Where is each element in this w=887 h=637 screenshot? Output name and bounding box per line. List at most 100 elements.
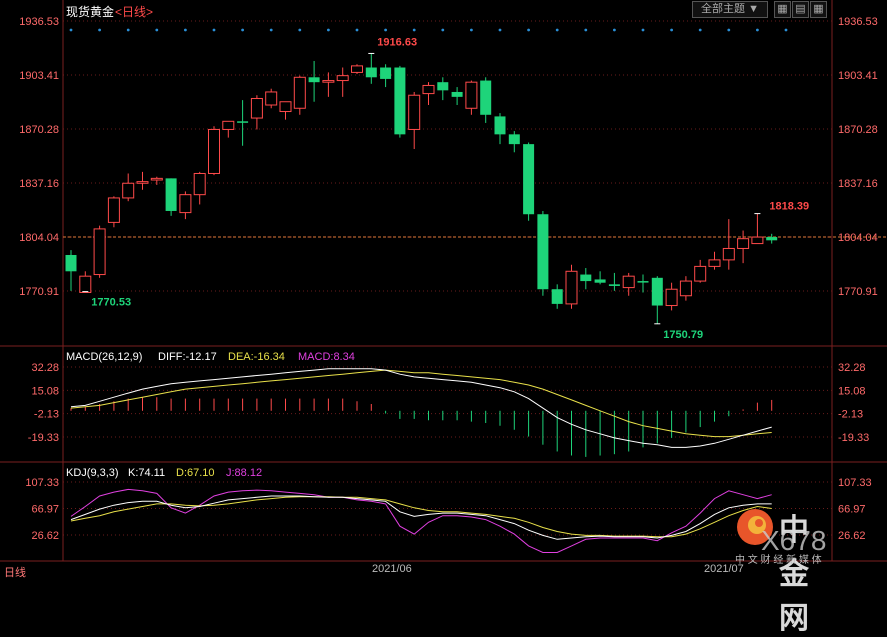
chart-canvas: 1936.53 1936.53 1903.41 1903.41 1870.28 1870.… (0, 0, 887, 562)
candle (480, 80, 492, 115)
candle (136, 181, 149, 184)
candle (336, 75, 349, 82)
marker-dot (327, 28, 330, 32)
marker-dot (241, 28, 245, 32)
y-tick-label-left: 1770.91 (19, 286, 59, 298)
candle (408, 94, 421, 130)
candle (365, 67, 377, 78)
candle (293, 76, 306, 109)
dea-line (70, 369, 772, 438)
candle (508, 134, 520, 145)
marker-dot (756, 28, 759, 32)
kdj-title: KDJ(9,3,3) (66, 467, 119, 479)
marker-dot (784, 28, 788, 32)
y-tick-label-left: 1936.53 (19, 16, 59, 28)
y-tick-label-left: 1837.16 (19, 178, 59, 190)
marker-dot (155, 28, 159, 32)
candle (665, 288, 678, 307)
candle (351, 65, 363, 73)
candle (679, 280, 692, 297)
candle (93, 228, 106, 276)
candle (651, 277, 663, 306)
candle (451, 91, 463, 97)
candle (523, 144, 535, 215)
candle (708, 259, 721, 267)
candle (394, 67, 406, 135)
chart-icon[interactable]: ▤ (792, 1, 809, 18)
y-tick-label-right: 1870.28 (838, 124, 878, 136)
period-label[interactable]: <日线> (115, 3, 153, 20)
candle (551, 289, 563, 304)
candle (565, 270, 578, 305)
theme-dropdown[interactable]: 全部主题 ▼ (692, 1, 768, 18)
candle (122, 182, 135, 199)
candle (165, 178, 177, 211)
marker-dot (584, 28, 588, 32)
logo-text: X678 (761, 525, 827, 556)
marker-dot (470, 28, 473, 32)
candle (465, 81, 478, 109)
candle (250, 97, 263, 119)
candle (751, 236, 764, 245)
macd-value-readout: MACD:8.34 (298, 351, 355, 363)
y-tick-label-right: 1936.53 (838, 16, 878, 28)
chevron-down-icon: ▼ (748, 3, 759, 15)
y-tick-label-left: 32.28 (31, 362, 59, 374)
candle (622, 275, 635, 289)
price-annotation: 1750.79 (663, 329, 703, 341)
grid-icon[interactable]: ▦ (810, 1, 827, 18)
candle (380, 67, 392, 79)
marker-dot (613, 28, 616, 32)
candle (279, 101, 292, 113)
k-line (70, 495, 772, 540)
candle (65, 254, 77, 272)
candle (694, 265, 707, 282)
macd-dif-readout: DIFF:-12.17 (158, 351, 217, 363)
y-tick-label-left: 26.62 (31, 530, 59, 542)
macd-dea-readout: DEA:-16.34 (228, 351, 285, 363)
j-line (70, 488, 772, 553)
price-annotation: 1916.63 (377, 36, 417, 48)
marker-dot (184, 28, 187, 32)
marker-dot (212, 28, 216, 32)
y-tick-label-right: 32.28 (838, 362, 866, 374)
candle (766, 237, 778, 241)
y-tick-label-right: 15.08 (838, 385, 866, 397)
candle (537, 214, 549, 290)
y-tick-label-right: 107.33 (838, 477, 872, 489)
candle (637, 281, 649, 283)
watermark: 中金网 中 文 财 经 新 媒 体 X678 (735, 507, 826, 635)
kdj-j-readout: J:88.12 (226, 467, 262, 479)
theme-label: 全部主题 (701, 3, 746, 15)
dif-line (70, 368, 772, 448)
candle (193, 172, 206, 196)
y-tick-label-right: 66.97 (838, 504, 866, 516)
y-tick-label-right: 26.62 (838, 530, 866, 542)
kdj-k-readout: K:74.11 (128, 467, 165, 479)
instrument-title: 现货黄金 (66, 5, 115, 19)
y-tick-label-left: 1804.04 (19, 232, 59, 244)
marker-dot (441, 28, 445, 32)
y-tick-label-right: 1837.16 (838, 178, 878, 190)
y-tick-label-right: 1903.41 (838, 70, 878, 82)
candle (265, 91, 278, 106)
macd-title: MACD(26,12,9) (66, 351, 142, 363)
grid-icon[interactable]: ▦ (774, 1, 791, 18)
candle (422, 84, 435, 95)
period-tab[interactable]: 日线 (4, 564, 26, 580)
marker-dot (126, 28, 130, 32)
candle (237, 121, 249, 123)
marker-dot (69, 28, 73, 32)
marker-dot (269, 28, 273, 32)
candle (308, 77, 320, 83)
candle (222, 120, 235, 130)
kdj-d-readout: D:67.10 (176, 467, 215, 479)
y-tick-label-left: 1903.41 (19, 70, 59, 82)
candle (494, 116, 506, 135)
y-tick-label-right: 1804.04 (838, 232, 878, 244)
candle (179, 194, 192, 214)
candle (580, 274, 592, 282)
candle (608, 284, 620, 286)
price-annotation: 1818.39 (769, 201, 809, 213)
marker-dot (384, 28, 387, 32)
